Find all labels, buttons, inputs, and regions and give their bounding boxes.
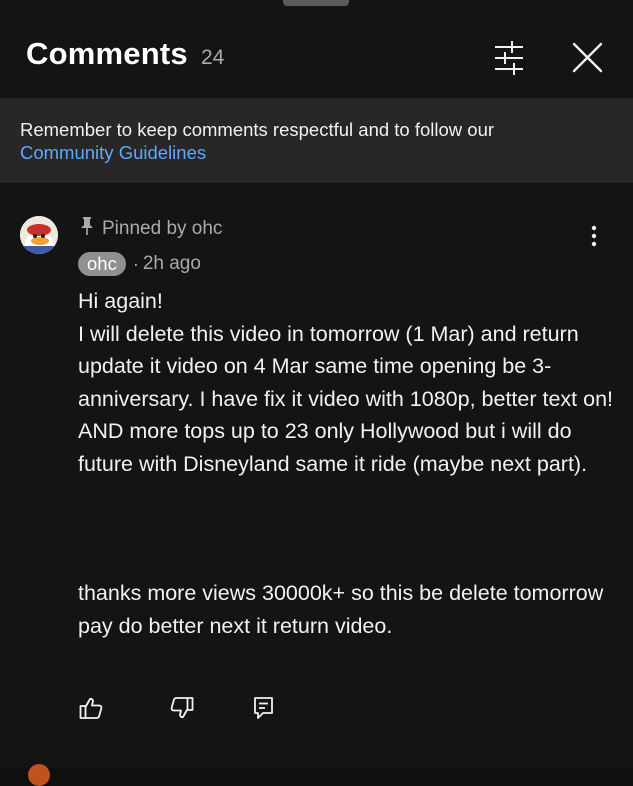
- community-notice: Remember to keep comments respectful and…: [0, 98, 633, 183]
- avatar[interactable]: [20, 216, 58, 254]
- comments-header: Comments 24: [0, 0, 633, 98]
- comment-body: Hi again! I will delete this video in to…: [78, 285, 618, 642]
- sort-filter-button[interactable]: [488, 38, 530, 78]
- comment-timestamp[interactable]: 2h ago: [143, 253, 201, 274]
- reply-icon: [254, 697, 273, 719]
- pin-icon: [81, 217, 93, 235]
- comment-paragraph: I will delete this video in tomorrow (1 …: [78, 321, 614, 476]
- community-guidelines-link[interactable]: Community Guidelines: [20, 142, 206, 163]
- pinned-label: Pinned by ohc: [102, 218, 223, 239]
- comment-actions: [78, 695, 378, 725]
- close-icon: [572, 42, 603, 73]
- comment-meta: ohc · 2h ago: [78, 252, 201, 278]
- comment-count: 24: [201, 46, 225, 69]
- next-comment-avatar[interactable]: [28, 764, 50, 786]
- pinned-indicator: Pinned by ohc: [80, 216, 222, 240]
- comment-paragraph: thanks more views 30000k+ so this be del…: [78, 581, 604, 638]
- more-vertical-icon: [591, 225, 597, 247]
- like-button[interactable]: [78, 695, 104, 721]
- sliders-icon: [495, 41, 523, 75]
- notice-text: Remember to keep comments respectful and…: [20, 119, 495, 140]
- reply-button[interactable]: [251, 695, 277, 721]
- thumbs-down-icon: [170, 697, 194, 719]
- meta-separator: ·: [132, 253, 139, 274]
- pinned-comment: Pinned by ohc ohc · 2h ago Hi again! I wil…: [0, 183, 633, 786]
- dislike-button[interactable]: [169, 695, 195, 721]
- panel-title: Comments: [26, 36, 188, 71]
- close-button[interactable]: [566, 38, 608, 78]
- author-name[interactable]: ohc: [78, 252, 126, 276]
- duck-avatar-image: [20, 216, 58, 254]
- thumbs-up-icon: [79, 697, 103, 719]
- comments-panel: Comments 24 Remember to keep comments re…: [0, 0, 633, 786]
- comment-menu-button[interactable]: [584, 223, 604, 251]
- comment-paragraph: Hi again!: [78, 289, 163, 313]
